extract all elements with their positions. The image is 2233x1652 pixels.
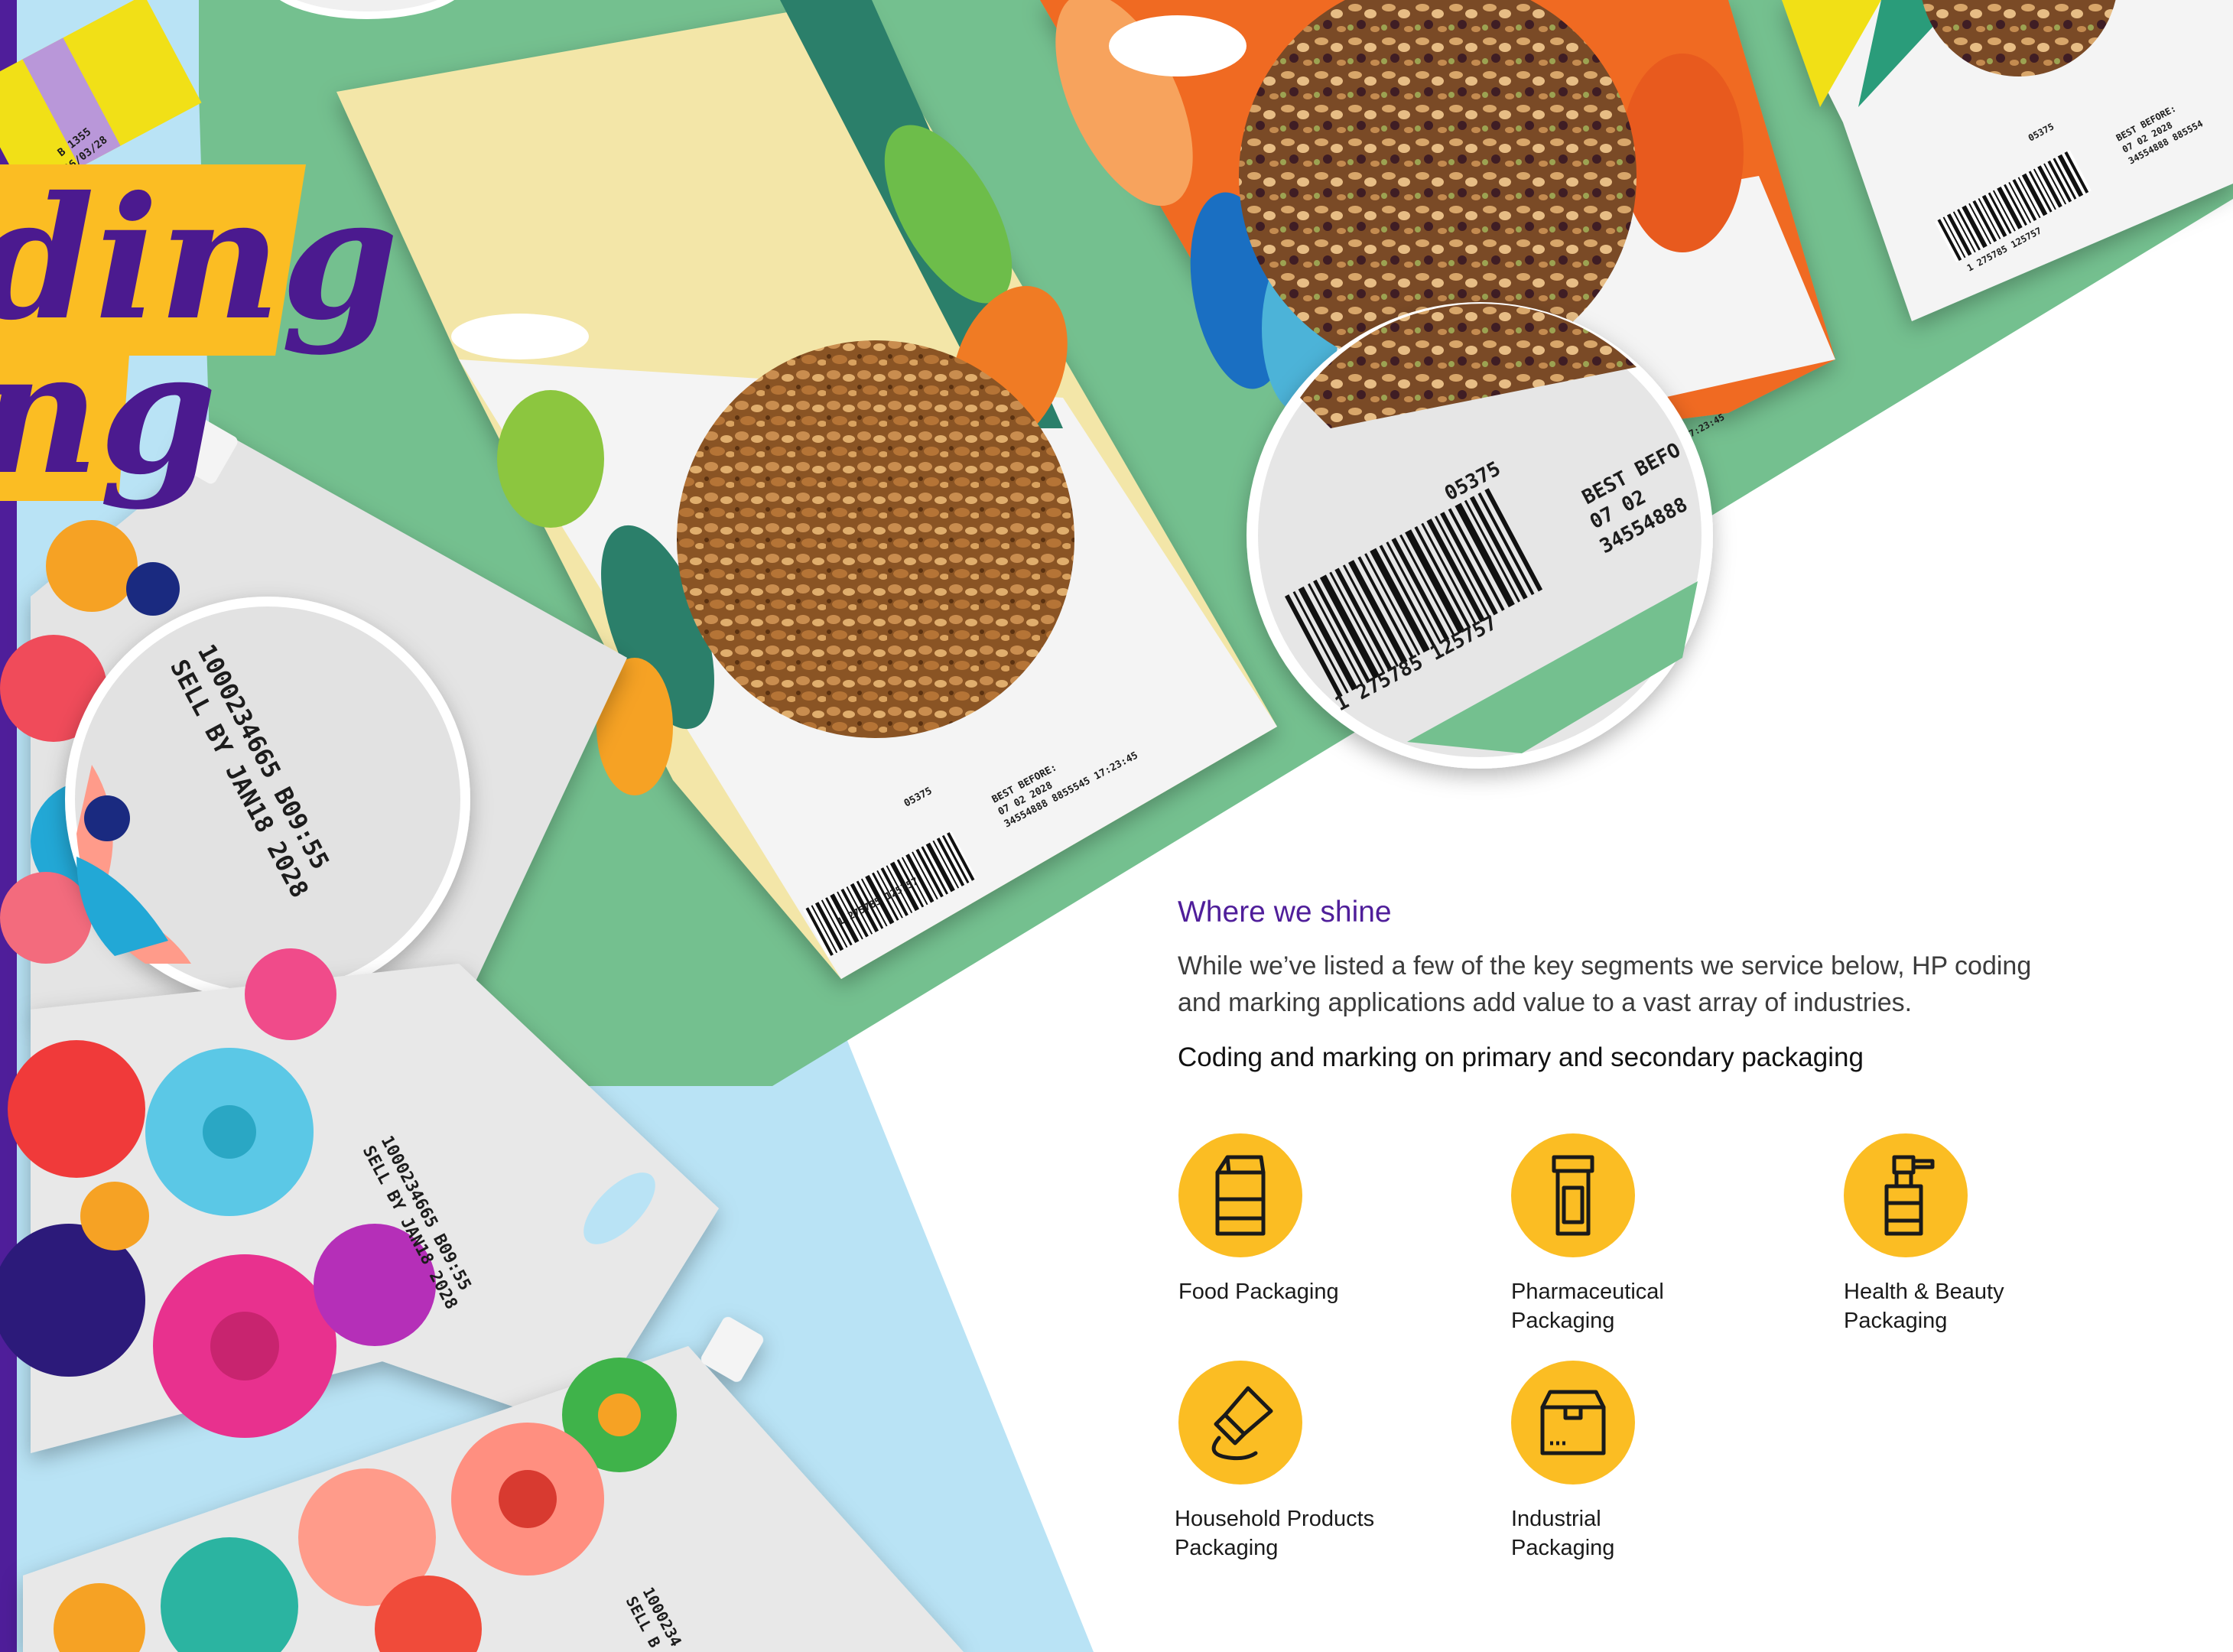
tube-icon xyxy=(1178,1361,1302,1485)
segment-label: Industrial Packaging xyxy=(1511,1507,1615,1560)
segment-health-beauty-packaging: Health & Beauty Packaging xyxy=(1844,1133,2104,1335)
segment-label: Health & Beauty Packaging xyxy=(1844,1280,2004,1333)
segment-household-products-packaging: Household Products Packaging xyxy=(1175,1361,1435,1563)
segments-subhead: Coding and marking on primary and second… xyxy=(1178,1042,1864,1072)
segment-pharmaceutical-packaging: Pharmaceutical Packaging xyxy=(1511,1133,1771,1335)
pill-bottle-icon xyxy=(1511,1133,1635,1257)
headline-fragment-2: ng xyxy=(0,314,217,512)
spray-bottle-icon xyxy=(1844,1133,1968,1257)
segment-label: Food Packaging xyxy=(1178,1280,1339,1304)
segment-industrial-packaging: Industrial Packaging xyxy=(1511,1361,1771,1563)
granola-window-main xyxy=(677,340,1074,738)
segment-label: Pharmaceutical Packaging xyxy=(1511,1280,1664,1333)
where-we-shine-panel: Where we shine While we’ve listed a few … xyxy=(1178,895,2095,1073)
intro-paragraph: While we’ve listed a few of the key segm… xyxy=(1178,951,2032,1017)
segment-label: Household Products Packaging xyxy=(1175,1507,1375,1560)
box-icon xyxy=(1511,1361,1635,1485)
section-title: Where we shine xyxy=(1178,896,1392,928)
segment-food-packaging: Food Packaging xyxy=(1178,1133,1438,1306)
food-bag-icon xyxy=(1178,1133,1302,1257)
